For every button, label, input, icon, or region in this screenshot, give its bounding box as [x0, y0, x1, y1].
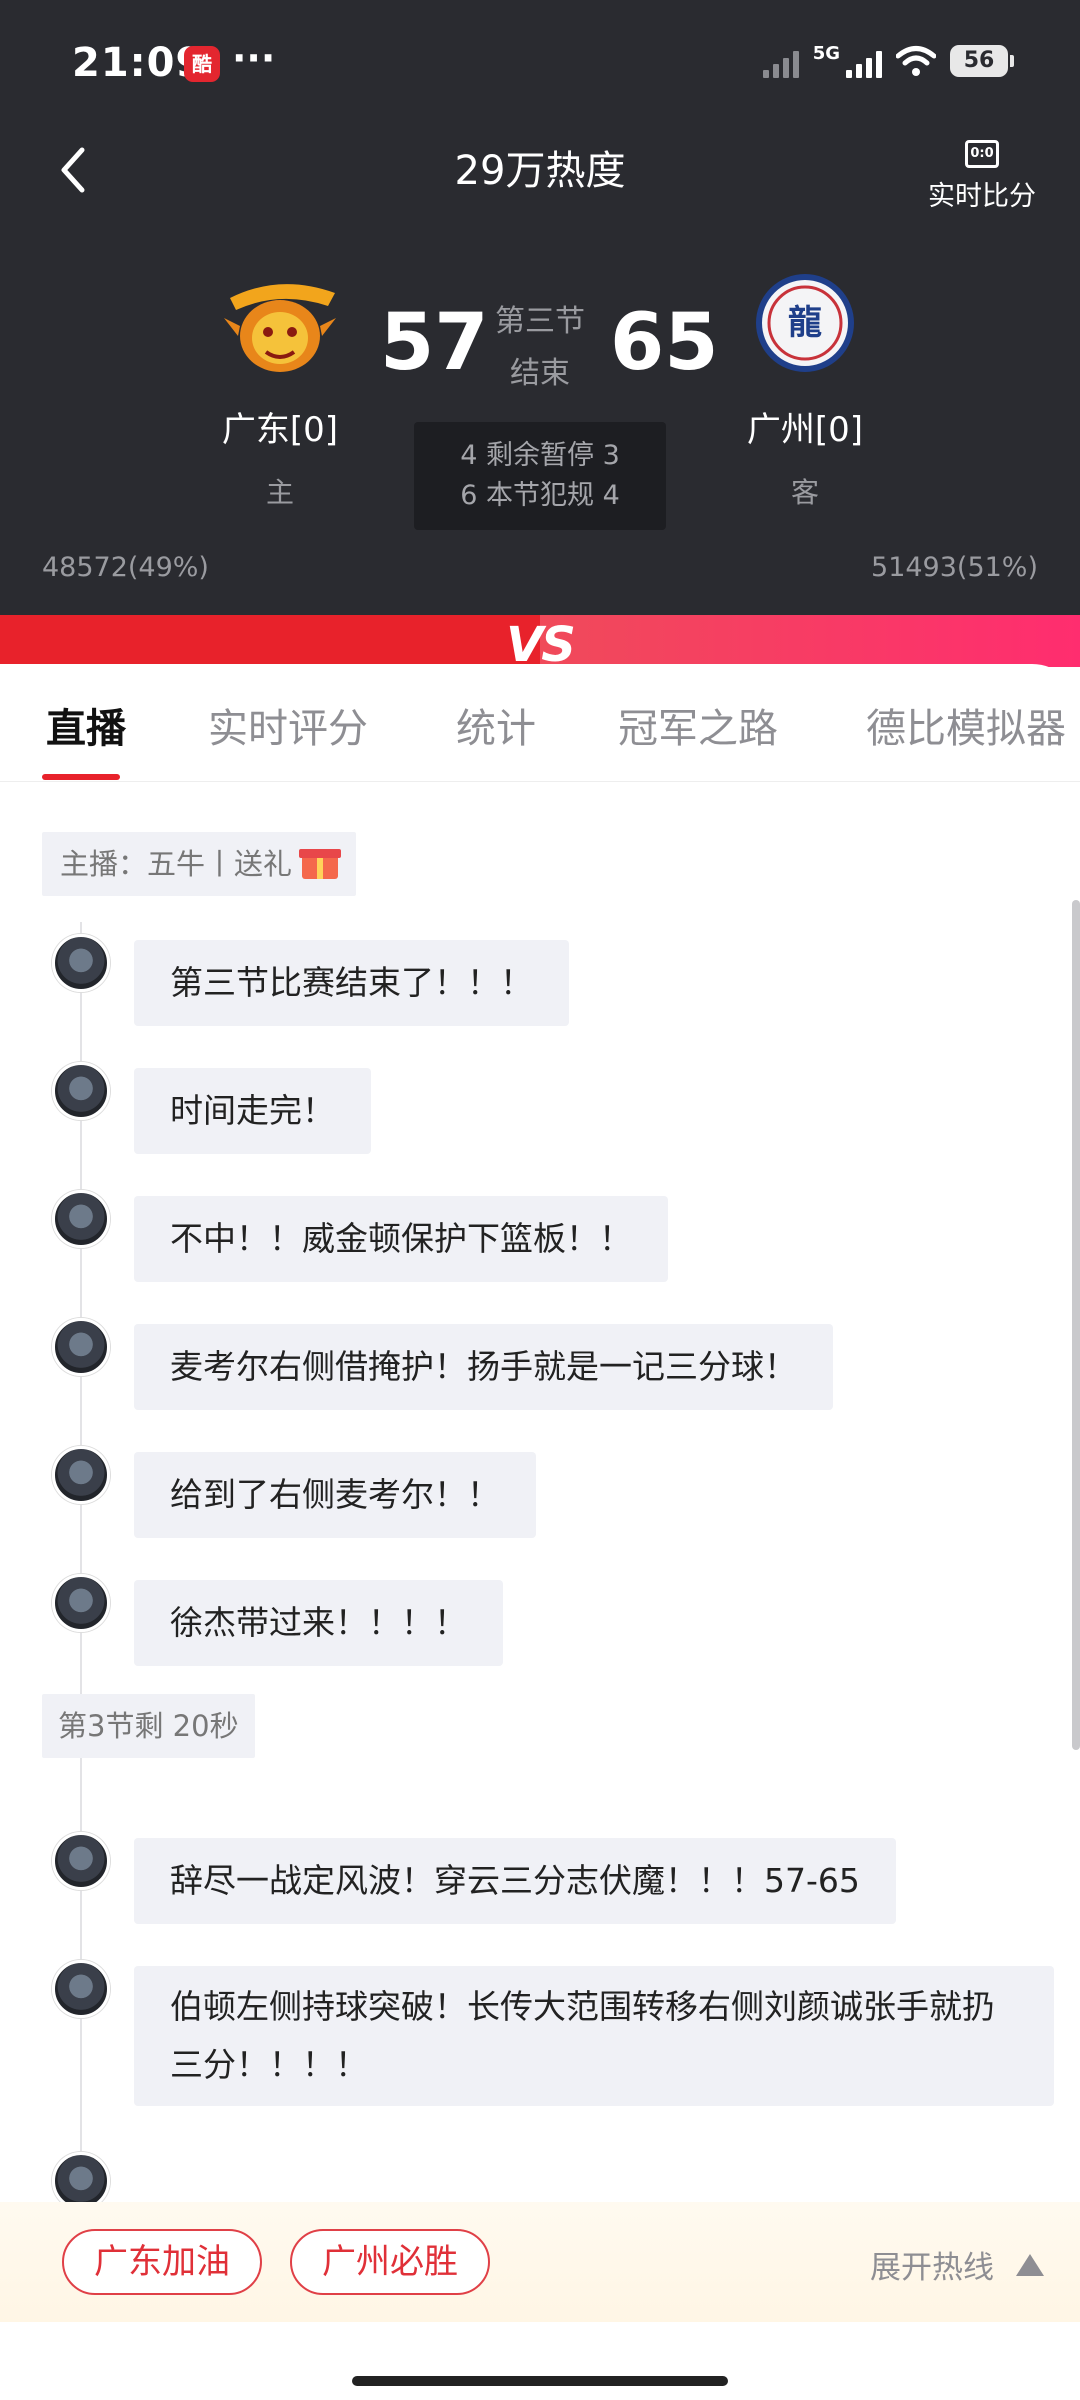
away-team-side: 客 [790, 476, 819, 509]
home-support-count: 48572(49%) [42, 552, 209, 583]
vs-badge: VS [506, 617, 576, 667]
tab-bar: 直播 实时评分 统计 冠军之路 德比模拟器 [0, 664, 1080, 782]
chevron-up-icon [1016, 2254, 1044, 2276]
cheer-bar: 广东加油 广州必胜 展开热线 [0, 2202, 1080, 2322]
message-bubble: 不中！！威金顿保护下篮板！！ [134, 1196, 668, 1282]
avatar [52, 1832, 110, 1890]
period-status: 结束 [510, 356, 570, 391]
guangdong-team-logo [224, 284, 336, 372]
live-score-button[interactable]: 0:0 实时比分 [922, 140, 1042, 213]
signal-sim1-icon [762, 44, 799, 78]
message-bubble: 伯顿左侧持球突破！长传大范围转移右侧刘颜诚张手就扔三分！！！！ [134, 1966, 1054, 2106]
home-indicator[interactable] [352, 2376, 728, 2386]
live-score-label: 实时比分 [928, 181, 1036, 212]
network-type: 5G [812, 42, 840, 64]
period-fouls: 6 本节犯规 4 [460, 480, 620, 511]
live-commentary-feed[interactable]: 主播：五牛丨送礼 第三节比赛结束了！！！ 时间走完！ 不中！！威金顿保护下篮板！… [0, 782, 1080, 2202]
avatar [52, 1446, 110, 1504]
tab-road-to-champion[interactable]: 冠军之路 [618, 696, 778, 754]
timeouts-fouls-box: 4 剩余暂停 3 6 本节犯规 4 [414, 422, 666, 530]
expand-hotline-button[interactable]: 展开热线 [870, 2242, 1044, 2287]
message-bubble: 麦考尔右侧借掩护！扬手就是一记三分球！ [134, 1324, 833, 1410]
avatar [52, 1960, 110, 2018]
avatar [52, 1318, 110, 1376]
tab-stats[interactable]: 统计 [456, 696, 536, 754]
away-team[interactable]: 龍 广州[0] 客 [705, 268, 905, 511]
avatar [52, 1062, 110, 1120]
message-bubble: 给到了右侧麦考尔！！ [134, 1452, 536, 1538]
period-time-marker: 第3节剩 20秒 [42, 1694, 255, 1758]
away-team-name: 广州[0] [746, 410, 864, 450]
host-chip[interactable]: 主播：五牛丨送礼 [42, 832, 357, 896]
away-support-count: 51493(51%) [871, 552, 1038, 583]
wifi-icon [896, 46, 936, 76]
gift-icon[interactable] [299, 849, 342, 879]
battery-icon: 56 [950, 45, 1014, 77]
cheer-away-button[interactable]: 广州必胜 [290, 2229, 490, 2295]
avatar [52, 2152, 110, 2202]
host-label: 主播：五牛丨送礼 [60, 847, 293, 881]
home-team[interactable]: 广东[0] 主 [180, 268, 380, 511]
period-label: 第三节 [495, 304, 585, 339]
app-notification-icon: 酷 [184, 46, 220, 82]
support-vs-bar[interactable]: VS [0, 615, 1080, 667]
tab-live-rating[interactable]: 实时评分 [208, 696, 368, 754]
guangzhou-team-logo: 龍 [756, 274, 854, 372]
tab-derby-simulator[interactable]: 德比模拟器 [866, 696, 1066, 754]
svg-text:龍: 龍 [788, 303, 822, 343]
away-score: 65 [610, 298, 719, 388]
signal-sim2-icon [846, 44, 882, 78]
active-tab-indicator [42, 774, 120, 780]
page-title: 29万热度 [454, 148, 626, 194]
match-header: 21:09 酷 ··· 5G 56 29万热度 0:0 实时比分 广东[0] 主… [0, 0, 1080, 615]
cheer-home-button[interactable]: 广东加油 [62, 2229, 262, 2295]
feed-scrollbar[interactable] [1072, 900, 1080, 1750]
status-icons: 5G 56 [762, 40, 1014, 82]
expand-hotline-label: 展开热线 [870, 2250, 994, 2286]
avatar [52, 934, 110, 992]
home-team-side: 主 [265, 476, 294, 509]
message-bubble: 第三节比赛结束了！！！ [134, 940, 569, 1026]
message-bubble: 辞尽一战定风波！穿云三分志伏魔！！！57-65 [134, 1838, 896, 1924]
message-bubble: 徐杰带过来！！！！ [134, 1580, 503, 1666]
timeouts-remaining: 4 剩余暂停 3 [460, 440, 620, 471]
avatar [52, 1574, 110, 1632]
message-bubble: 时间走完！ [134, 1068, 371, 1154]
period-info: 第三节 结束 [470, 296, 610, 400]
scoreboard-icon: 0:0 [965, 140, 999, 168]
more-notifications-icon: ··· [232, 36, 276, 80]
status-bar: 21:09 酷 ··· 5G 56 [0, 0, 1080, 130]
tab-live[interactable]: 直播 [46, 696, 126, 754]
home-team-name: 广东[0] [221, 410, 339, 450]
avatar [52, 1190, 110, 1248]
